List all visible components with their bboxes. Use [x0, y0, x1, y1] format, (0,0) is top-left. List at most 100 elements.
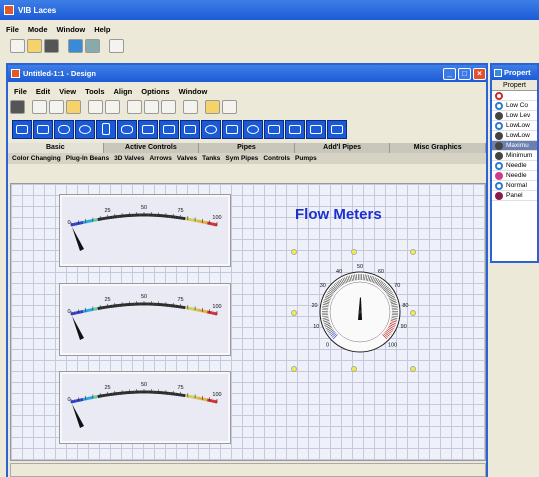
gauge-scale-segment [80, 309, 84, 314]
zoom-reset-icon[interactable] [161, 99, 176, 114]
palette-display-icon[interactable] [33, 119, 53, 139]
palette-shape-icon[interactable] [159, 119, 179, 139]
menu-file[interactable]: File [6, 25, 19, 34]
gauge-scale-segment [73, 311, 77, 315]
menu-mode[interactable]: Mode [28, 25, 48, 34]
subtab-tanks[interactable]: Tanks [202, 155, 220, 162]
save-icon[interactable] [10, 99, 25, 114]
property-label: Normal [506, 182, 527, 189]
subtab-arrows[interactable]: Arrows [149, 155, 171, 162]
zoom-out-icon[interactable] [144, 99, 159, 114]
palette-window-icon[interactable] [306, 119, 326, 139]
ring-icon [495, 181, 503, 190]
app-toolbar [10, 38, 125, 54]
redo-icon[interactable] [105, 99, 120, 114]
properties-logo-icon [494, 68, 502, 77]
palette-image-icon[interactable] [138, 119, 158, 139]
property-row[interactable]: Needle [492, 171, 537, 181]
tab-basic[interactable]: Basic [8, 143, 104, 153]
subtab-pumps[interactable]: Pumps [295, 155, 317, 162]
zoom-in-icon[interactable] [127, 99, 142, 114]
palette-dial-icon[interactable] [201, 119, 221, 139]
palette-bar-icon[interactable] [180, 119, 200, 139]
paste-icon[interactable] [66, 99, 81, 114]
design-menu-file[interactable]: File [14, 87, 27, 96]
gauge-scale-segment [80, 397, 84, 402]
minimize-icon[interactable]: _ [443, 67, 456, 80]
window-icon[interactable] [109, 39, 124, 53]
save-icon[interactable] [44, 39, 59, 53]
design-menu-tools[interactable]: Tools [85, 87, 104, 96]
design-canvas[interactable]: Flow Meters 0 25 50 75 100 0 25 50 75 100 0 25 50 75 1… [10, 183, 486, 461]
palette-hexagon-icon[interactable] [117, 119, 137, 139]
property-row[interactable]: LowLow [492, 131, 537, 141]
gauge-tick-label: 50 [141, 294, 147, 300]
design-menu-window[interactable]: Window [179, 87, 208, 96]
tab-misc-graphics[interactable]: Misc Graphics [390, 143, 486, 153]
palette-meter-icon[interactable] [243, 119, 263, 139]
open-folder-icon[interactable] [27, 39, 42, 53]
menu-help[interactable]: Help [94, 25, 110, 34]
gauge-needle [72, 316, 84, 340]
property-row[interactable]: Normal [492, 181, 537, 191]
property-row[interactable]: Low Lev [492, 111, 537, 121]
gauge-needle [72, 227, 84, 251]
subtab-color-changing[interactable]: Color Changing [12, 155, 61, 162]
subtab-plug-in-beans[interactable]: Plug-In Beans [66, 155, 109, 162]
palette-panel-icon[interactable] [12, 119, 32, 139]
palette-grid-icon[interactable] [327, 119, 347, 139]
close-icon[interactable]: × [473, 67, 486, 80]
subtab-3d-valves[interactable]: 3D Valves [114, 155, 144, 162]
property-row[interactable]: Needle [492, 161, 537, 171]
cut-icon[interactable] [32, 99, 47, 114]
design-menu-edit[interactable]: Edit [36, 87, 50, 96]
gauge-scale-segment [77, 310, 82, 314]
palette-oval-icon[interactable] [75, 119, 95, 139]
gauge-tick-label: 100 [212, 215, 221, 221]
meter-tick-label: 40 [336, 269, 342, 275]
new-file-icon[interactable] [10, 39, 25, 53]
f-icon [495, 111, 503, 120]
tab-addl-pipes[interactable]: Add'l Pipes [294, 143, 391, 153]
settings-icon[interactable] [222, 99, 237, 114]
property-row[interactable]: LowLow [492, 121, 537, 131]
gauge-scale-segment [70, 223, 74, 227]
network-icon[interactable] [85, 39, 100, 53]
design-menu-align[interactable]: Align [114, 87, 133, 96]
subtab-sym-pipes[interactable]: Sym Pipes [225, 155, 258, 162]
gauge-scale-segment [206, 398, 211, 402]
property-row[interactable]: Panel [492, 191, 537, 201]
undo-icon[interactable] [88, 99, 103, 114]
properties-title: Propert [504, 68, 531, 77]
palette-rect-icon[interactable] [96, 119, 116, 139]
subtab-valves[interactable]: Valves [177, 155, 197, 162]
copy-icon[interactable] [49, 99, 64, 114]
ring-icon [495, 101, 503, 110]
tab-pipes[interactable]: Pipes [199, 143, 295, 153]
gauge-scale-segment [204, 309, 208, 314]
menu-window[interactable]: Window [57, 25, 86, 34]
palette-rounded-rect-icon[interactable] [54, 119, 74, 139]
palette-slider-icon[interactable] [264, 119, 284, 139]
run-icon[interactable] [68, 39, 83, 53]
open-icon[interactable] [205, 99, 220, 114]
meter-tick-label: 30 [320, 283, 326, 289]
design-toolbar [8, 98, 486, 115]
gauge-scale-segment [214, 312, 218, 316]
property-row[interactable]: Minimum [492, 151, 537, 161]
property-row[interactable]: Low Co [492, 101, 537, 111]
design-menu-options[interactable]: Options [141, 87, 169, 96]
tab-active-controls[interactable]: Active Controls [103, 143, 200, 153]
gauge-scale-segment [75, 398, 79, 403]
property-row[interactable] [492, 91, 537, 101]
palette-chart-icon[interactable] [285, 119, 305, 139]
design-title-bar: Untitled-1:1 - Design _ □ × [8, 65, 486, 82]
property-row[interactable]: Maximu [492, 141, 537, 151]
palette-digital-icon[interactable] [222, 119, 242, 139]
gauge-scale-segment [204, 397, 208, 402]
subtab-controls[interactable]: Controls [263, 155, 290, 162]
run-mode-icon[interactable] [183, 99, 198, 114]
design-menu-view[interactable]: View [59, 87, 76, 96]
maximize-icon[interactable]: □ [458, 67, 471, 80]
gauge-scale-segment [73, 399, 77, 403]
